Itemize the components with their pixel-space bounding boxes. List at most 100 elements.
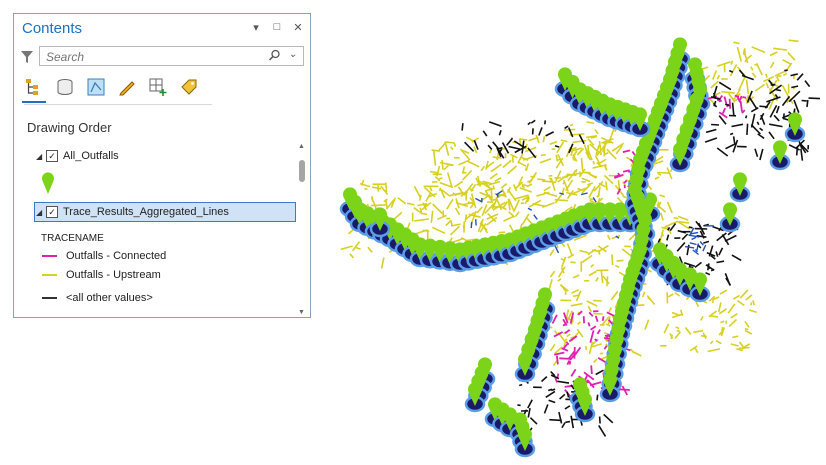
map-line [736,46,743,62]
map-line [769,51,778,57]
map-line [688,226,693,229]
map-line [605,323,611,327]
map-line [769,123,783,128]
map-line [705,128,717,134]
contents-pane: Contents ▾ □ ✕ ⌄ [13,13,311,318]
map-line [577,321,581,325]
map-line [601,316,605,321]
map-line [691,236,697,241]
map-line [443,164,450,171]
map-line [384,182,388,193]
layer-row-all-outfalls[interactable]: ◢ ✓ All_Outfalls [36,150,119,162]
layer-name: Trace_Results_Aggregated_Lines [63,206,229,218]
scrollbar[interactable]: ▲ ▼ [297,143,307,316]
map-line [751,46,766,54]
scroll-down-icon[interactable]: ▼ [298,309,305,316]
map-line [593,299,602,302]
search-icon[interactable] [268,49,281,62]
list-by-drawing-order-icon[interactable] [22,77,46,103]
map-view[interactable] [320,20,820,460]
map-line [775,105,780,114]
map-line [666,201,673,214]
map-line [557,380,570,384]
list-by-labeling-icon[interactable] [179,77,199,97]
search-options-chevron-icon[interactable]: ⌄ [289,49,297,60]
map-line [595,277,599,282]
map-line [430,210,434,223]
map-line [769,105,778,118]
map-line [463,171,467,174]
map-line [590,325,597,331]
map-line [371,186,382,190]
layer-row-trace-results[interactable]: ◢ ✓ Trace_Results_Aggregated_Lines [36,206,229,218]
pane-title: Contents [22,20,83,37]
map-line [804,80,811,88]
map-line [481,204,488,217]
map-line [511,156,514,163]
map-line [717,302,722,313]
map-line [594,315,599,322]
list-by-data-source-icon[interactable] [55,77,75,97]
map-line [548,399,556,404]
map-line [527,207,533,211]
map-line [505,137,514,146]
map-line [542,180,557,184]
map-line [431,226,446,235]
scrollbar-thumb[interactable] [299,160,305,182]
map-line [540,376,548,383]
map-line [538,127,543,136]
map-line [593,175,598,179]
map-line [737,300,745,307]
map-line [721,107,727,114]
maximize-icon[interactable]: □ [271,21,283,34]
map-line [462,225,465,229]
section-title: Drawing Order [27,120,112,135]
map-line [696,243,699,251]
search-box[interactable]: ⌄ [39,46,304,66]
options-chevron-icon[interactable]: ▾ [250,21,262,34]
map-line [592,160,596,165]
map-line [548,279,553,291]
scroll-up-icon[interactable]: ▲ [298,143,305,150]
expand-arrow-icon[interactable]: ◢ [36,208,46,217]
legend-item: <all other values> [42,292,153,304]
layer-visibility-checkbox[interactable]: ✓ [46,206,58,218]
map-line [781,85,790,98]
map-line [732,294,740,300]
map-line [578,134,585,145]
filter-icon[interactable] [20,49,34,65]
map-line [746,54,753,60]
map-line [507,165,518,175]
list-by-selection-icon[interactable] [86,77,106,97]
layer-visibility-checkbox[interactable]: ✓ [46,150,58,162]
expand-arrow-icon[interactable]: ◢ [36,152,46,161]
close-icon[interactable]: ✕ [292,21,304,34]
map-line [733,41,740,45]
search-input[interactable] [44,48,258,66]
map-line [732,136,736,146]
map-line [384,199,388,208]
outfall-symbol-icon [42,172,54,194]
map-line [513,199,521,212]
map-line [453,180,464,188]
map-line [695,220,703,230]
map-line [437,214,447,221]
legend-label: <all other values> [66,292,153,304]
map-line [566,391,570,398]
map-line [765,73,768,78]
list-by-snapping-icon[interactable] [148,77,168,97]
map-line [422,229,430,233]
map-line [598,424,607,437]
legend-item: Outfalls - Upstream [42,269,161,281]
list-by-editing-icon[interactable] [117,77,137,97]
map-line [549,270,556,278]
map-line [676,329,680,333]
map-line [590,263,595,268]
legend-item: Outfalls - Connected [42,250,166,262]
map-line [527,407,531,418]
map-line [615,264,620,269]
map-line [666,234,670,241]
map-line [489,172,498,180]
map-line [782,72,788,77]
map-line [738,341,745,349]
